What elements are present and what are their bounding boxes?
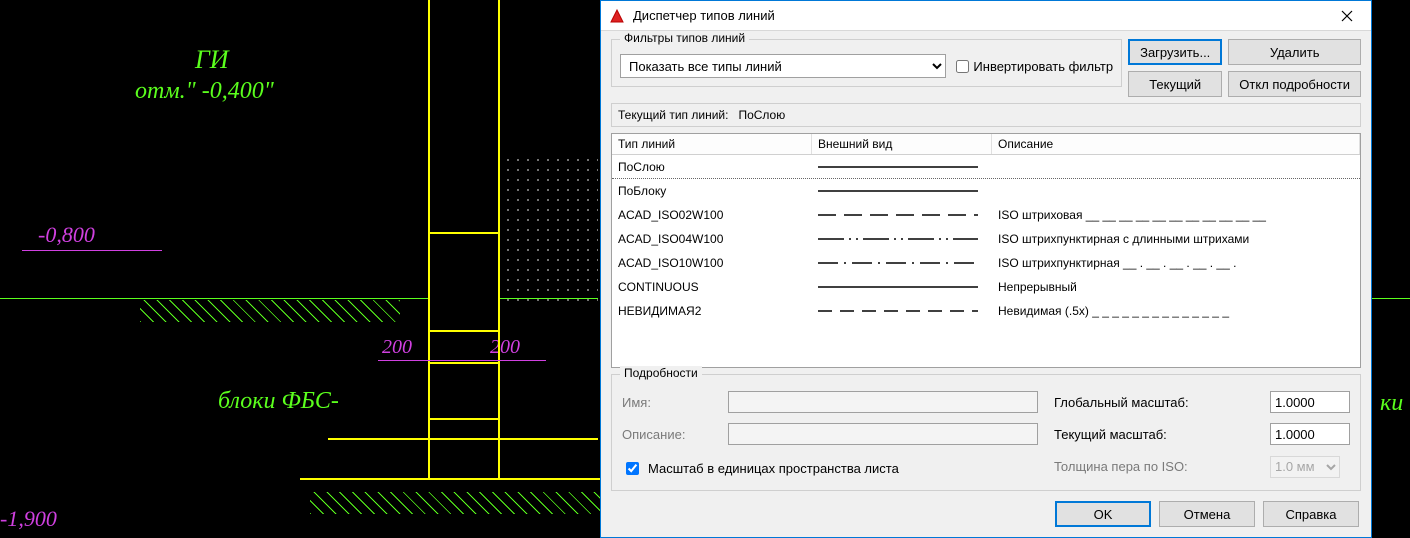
linetype-appearance bbox=[812, 305, 992, 317]
current-button[interactable]: Текущий bbox=[1128, 71, 1222, 97]
col-header-appearance[interactable]: Внешний вид bbox=[812, 134, 992, 154]
cad-label-gi: ГИ bbox=[195, 45, 229, 75]
cad-label-ki: ки bbox=[1380, 390, 1403, 417]
invert-filter-label: Инвертировать фильтр bbox=[973, 59, 1113, 74]
linetype-row[interactable]: ACAD_ISO04W100 ISO штрихпунктирная с длин… bbox=[612, 227, 1360, 251]
current-scale-label: Текущий масштаб: bbox=[1054, 427, 1254, 442]
linetype-row[interactable]: CONTINUOUS Непрерывный bbox=[612, 275, 1360, 299]
cad-dim-0800: -0,800 bbox=[38, 222, 95, 248]
linetype-appearance bbox=[812, 209, 992, 221]
linetype-appearance bbox=[812, 161, 992, 173]
detail-desc-label: Описание: bbox=[622, 427, 712, 442]
cad-dim-200l: 200 bbox=[382, 336, 412, 359]
col-header-name[interactable]: Тип линий bbox=[612, 134, 812, 154]
hide-details-button[interactable]: Откл подробности bbox=[1228, 71, 1361, 97]
detail-name-input bbox=[728, 391, 1038, 413]
linetype-description: Непрерывный bbox=[992, 280, 1360, 294]
linetype-description: ISO штрихпунктирная __ . __ . __ . __ . … bbox=[992, 256, 1360, 270]
linetype-row[interactable]: ACAD_ISO10W100 ISO штрихпунктирная __ . _… bbox=[612, 251, 1360, 275]
cancel-button[interactable]: Отмена bbox=[1159, 501, 1255, 527]
linetype-row[interactable]: ПоСлою bbox=[612, 155, 1360, 179]
linetype-appearance bbox=[812, 281, 992, 293]
paperspace-units-checkbox[interactable]: Масштаб в единицах пространства листа bbox=[622, 459, 1038, 478]
linetype-row[interactable]: ACAD_ISO02W100 ISO штриховая __ __ __ __ … bbox=[612, 203, 1360, 227]
linetype-row[interactable]: ПоБлоку bbox=[612, 179, 1360, 203]
linetype-appearance bbox=[812, 185, 992, 197]
linetype-name: НЕВИДИМАЯ2 bbox=[612, 304, 812, 318]
close-button[interactable] bbox=[1327, 2, 1367, 30]
delete-button[interactable]: Удалить bbox=[1228, 39, 1361, 65]
linetype-name: ACAD_ISO02W100 bbox=[612, 208, 812, 222]
filters-group-label: Фильтры типов линий bbox=[620, 31, 749, 45]
filters-group: Фильтры типов линий Показать все типы ли… bbox=[611, 39, 1122, 87]
linetype-appearance bbox=[812, 233, 992, 245]
details-group-label: Подробности bbox=[620, 366, 702, 380]
cad-dim-200r: 200 bbox=[490, 336, 520, 359]
current-linetype-prefix: Текущий тип линий: bbox=[618, 108, 728, 122]
details-group: Подробности Имя: Глобальный масштаб: Опи… bbox=[611, 374, 1361, 491]
titlebar[interactable]: Диспетчер типов линий bbox=[601, 1, 1371, 31]
linetype-name: ПоСлою bbox=[612, 160, 812, 174]
current-linetype-row: Текущий тип линий: ПоСлою bbox=[611, 103, 1361, 127]
list-body[interactable]: ПоСлою ПоБлоку ACAD_ISO02W100 ISO штриховая… bbox=[612, 155, 1360, 367]
linetype-row[interactable]: НЕВИДИМАЯ2 Невидимая (.5x) _ _ _ _ _ _ _ … bbox=[612, 299, 1360, 323]
list-header: Тип линий Внешний вид Описание bbox=[612, 134, 1360, 155]
paperspace-units-label: Масштаб в единицах пространства листа bbox=[648, 461, 899, 476]
current-linetype-value: ПоСлою bbox=[738, 108, 785, 122]
linetype-manager-dialog: Диспетчер типов линий Фильтры типов лини… bbox=[600, 0, 1372, 538]
iso-pen-label: Толщина пера по ISO: bbox=[1054, 459, 1254, 474]
linetype-description: ISO штриховая __ __ __ __ __ __ __ __ __… bbox=[992, 208, 1360, 222]
linetype-description: Невидимая (.5x) _ _ _ _ _ _ _ _ _ _ _ _ … bbox=[992, 304, 1360, 318]
linetype-appearance bbox=[812, 257, 992, 269]
filter-combo[interactable]: Показать все типы линий bbox=[620, 54, 946, 78]
current-scale-input[interactable] bbox=[1270, 423, 1350, 445]
autocad-icon bbox=[609, 8, 625, 24]
linetype-description: ISO штрихпунктирная с длинными штрихами bbox=[992, 232, 1360, 246]
invert-filter-input[interactable] bbox=[956, 60, 969, 73]
close-icon bbox=[1341, 10, 1353, 22]
ok-button[interactable]: OK bbox=[1055, 501, 1151, 527]
cad-dim-1900: -1,900 bbox=[0, 506, 57, 532]
detail-desc-input bbox=[728, 423, 1038, 445]
linetype-name: CONTINUOUS bbox=[612, 280, 812, 294]
load-button[interactable]: Загрузить... bbox=[1128, 39, 1222, 65]
detail-name-label: Имя: bbox=[622, 395, 712, 410]
cad-label-blocks: блоки ФБС- bbox=[218, 388, 339, 415]
dialog-title: Диспетчер типов линий bbox=[633, 8, 1327, 23]
cad-label-otm: отм." -0,400" bbox=[135, 78, 274, 105]
help-button[interactable]: Справка bbox=[1263, 501, 1359, 527]
linetype-name: ПоБлоку bbox=[612, 184, 812, 198]
paperspace-units-input[interactable] bbox=[626, 462, 639, 475]
global-scale-input[interactable] bbox=[1270, 391, 1350, 413]
global-scale-label: Глобальный масштаб: bbox=[1054, 395, 1254, 410]
iso-pen-select: 1.0 мм bbox=[1270, 456, 1340, 478]
col-header-description[interactable]: Описание bbox=[992, 134, 1360, 154]
linetype-list: Тип линий Внешний вид Описание ПоСлою ПоБ… bbox=[611, 133, 1361, 368]
invert-filter-checkbox[interactable]: Инвертировать фильтр bbox=[956, 59, 1113, 74]
linetype-name: ACAD_ISO10W100 bbox=[612, 256, 812, 270]
linetype-name: ACAD_ISO04W100 bbox=[612, 232, 812, 246]
